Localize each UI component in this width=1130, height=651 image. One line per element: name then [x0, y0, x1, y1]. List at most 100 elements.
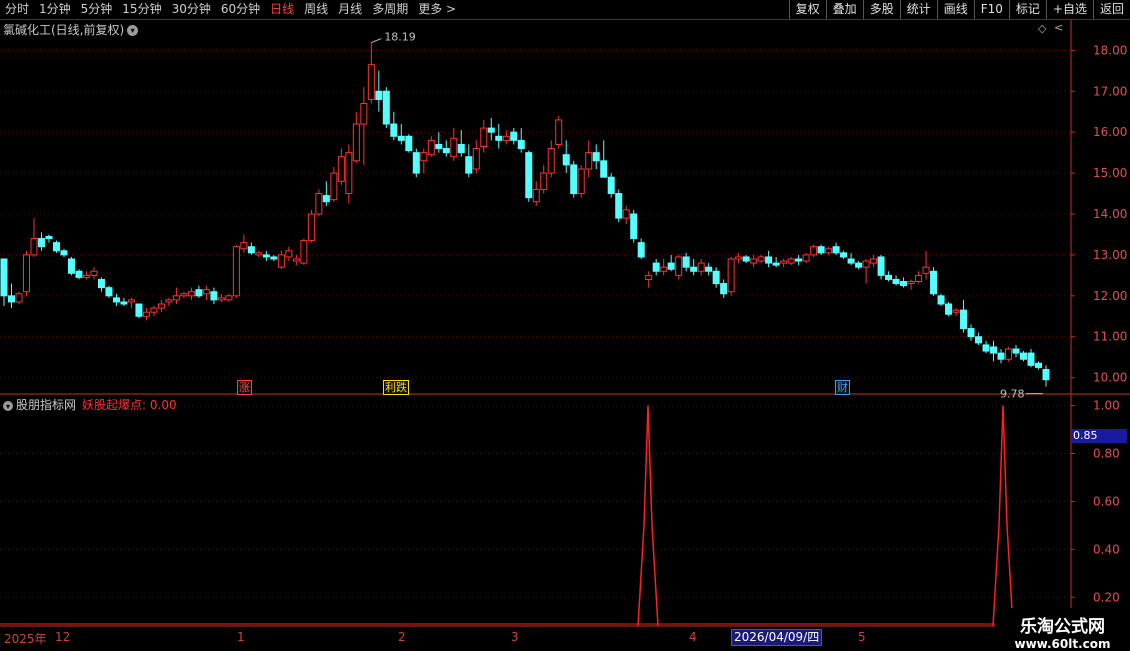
watermark-url: www.60lt.com: [1014, 637, 1111, 651]
chevron-left-icon[interactable]: <: [1054, 21, 1063, 34]
candle-body: [750, 258, 758, 264]
price-tick-label: 17.00: [1093, 84, 1127, 98]
candle-body: [937, 295, 945, 305]
candle-body: [945, 303, 953, 315]
indicator-tick-label: 0.20: [1093, 590, 1120, 604]
indicator-signal-spike: [992, 405, 1014, 627]
candle-body: [547, 148, 555, 174]
date-label: 3: [511, 630, 519, 644]
candle-body: [592, 152, 600, 162]
candle-body: [870, 258, 878, 264]
watermark-title: 乐淘公式网: [1020, 617, 1105, 637]
candle-body: [442, 148, 450, 154]
candle-body: [637, 242, 645, 258]
candle-body: [397, 135, 405, 141]
stock-title: 氯碱化工(日线,前复权): [3, 23, 125, 37]
candle-body: [840, 252, 848, 258]
candle-body: [847, 258, 855, 264]
candle-body: [735, 256, 743, 260]
date-label: 5: [858, 630, 866, 644]
candle-body: [165, 299, 173, 303]
chevron-down-icon[interactable]: ▾: [3, 400, 13, 411]
candle-body: [480, 127, 488, 148]
candle-body: [682, 256, 690, 268]
candle-body: [615, 193, 623, 219]
candle-body: [315, 193, 323, 215]
candle-body: [810, 246, 818, 256]
candle-body: [427, 139, 435, 156]
price-tick-label: 15.00: [1093, 166, 1127, 180]
candle-body: [802, 254, 810, 262]
candle-body: [127, 299, 135, 303]
candle-body: [300, 240, 308, 264]
candle-body: [562, 154, 570, 166]
candle-body: [1035, 362, 1043, 368]
candle-body: [7, 295, 15, 303]
watermark-logo: 乐淘公式网 www.60lt.com: [995, 608, 1130, 651]
candle-body: [795, 258, 803, 262]
candle-body: [667, 262, 675, 270]
candle-body: [180, 293, 188, 297]
date-label: 2: [398, 630, 406, 644]
candle-body: [960, 309, 968, 330]
candle-body: [1005, 348, 1013, 360]
candle-body: [885, 274, 893, 280]
candle-body: [555, 119, 563, 145]
candle-body: [307, 213, 315, 242]
candle-body: [255, 252, 263, 256]
candle-body: [97, 278, 105, 289]
candle-body: [525, 152, 533, 199]
candle-body: [855, 262, 863, 268]
event-marker[interactable]: 利跌: [383, 380, 409, 395]
candle-body: [697, 262, 705, 272]
candle-body: [150, 307, 158, 313]
candle-body: [37, 238, 45, 248]
candle-body: [570, 164, 578, 195]
candle-body: [195, 289, 203, 297]
candle-body: [292, 258, 300, 262]
indicator-tick-label: 0.80: [1093, 447, 1120, 461]
candle-body: [262, 254, 270, 258]
candle-body: [75, 270, 83, 278]
candle-body: [922, 266, 930, 274]
event-marker[interactable]: 涨: [237, 380, 252, 395]
candle-body: [225, 295, 233, 301]
indicator-title: ▾ 股朋指标网 妖股起爆点: 0.00: [3, 396, 177, 413]
candle-body: [67, 258, 75, 274]
candle-body: [975, 336, 983, 344]
candle-body: [142, 311, 150, 317]
candle-body: [660, 266, 668, 272]
candle-body: [630, 213, 638, 240]
candle-body: [30, 238, 38, 256]
candle-body: [45, 236, 53, 240]
candle-body: [450, 137, 458, 158]
indicator-tick-label: 0.40: [1093, 542, 1120, 556]
candle-body: [817, 246, 825, 254]
candle-body: [435, 143, 443, 150]
date-label: 4: [689, 630, 697, 644]
candle-body: [930, 270, 938, 295]
candle-body: [787, 258, 795, 264]
candle-body: [652, 262, 660, 272]
candle-body: [540, 172, 548, 190]
candle-body: [337, 156, 345, 182]
chevron-down-icon[interactable]: ▾: [127, 25, 139, 36]
candle-body: [915, 274, 923, 283]
candle-body: [532, 188, 540, 203]
kline-chart[interactable]: 18.0017.0016.0015.0014.0013.0012.0011.00…: [0, 0, 1130, 650]
candle-body: [15, 293, 23, 303]
candle-body: [892, 278, 900, 285]
candle-body: [390, 123, 398, 137]
candle-body: [742, 256, 750, 262]
candle-body: [367, 64, 375, 100]
chart-title: 氯碱化工(日线,前复权) ▾: [3, 21, 139, 38]
price-tick-label: 11.00: [1093, 330, 1127, 344]
candle-body: [517, 139, 525, 150]
candle-body: [375, 90, 383, 100]
candle-body: [465, 156, 473, 174]
price-tick-label: 12.00: [1093, 289, 1127, 303]
candle-body: [90, 270, 98, 276]
event-marker[interactable]: 财: [835, 380, 850, 395]
candle-body: [720, 283, 728, 295]
diamond-icon[interactable]: ◇: [1038, 22, 1046, 35]
